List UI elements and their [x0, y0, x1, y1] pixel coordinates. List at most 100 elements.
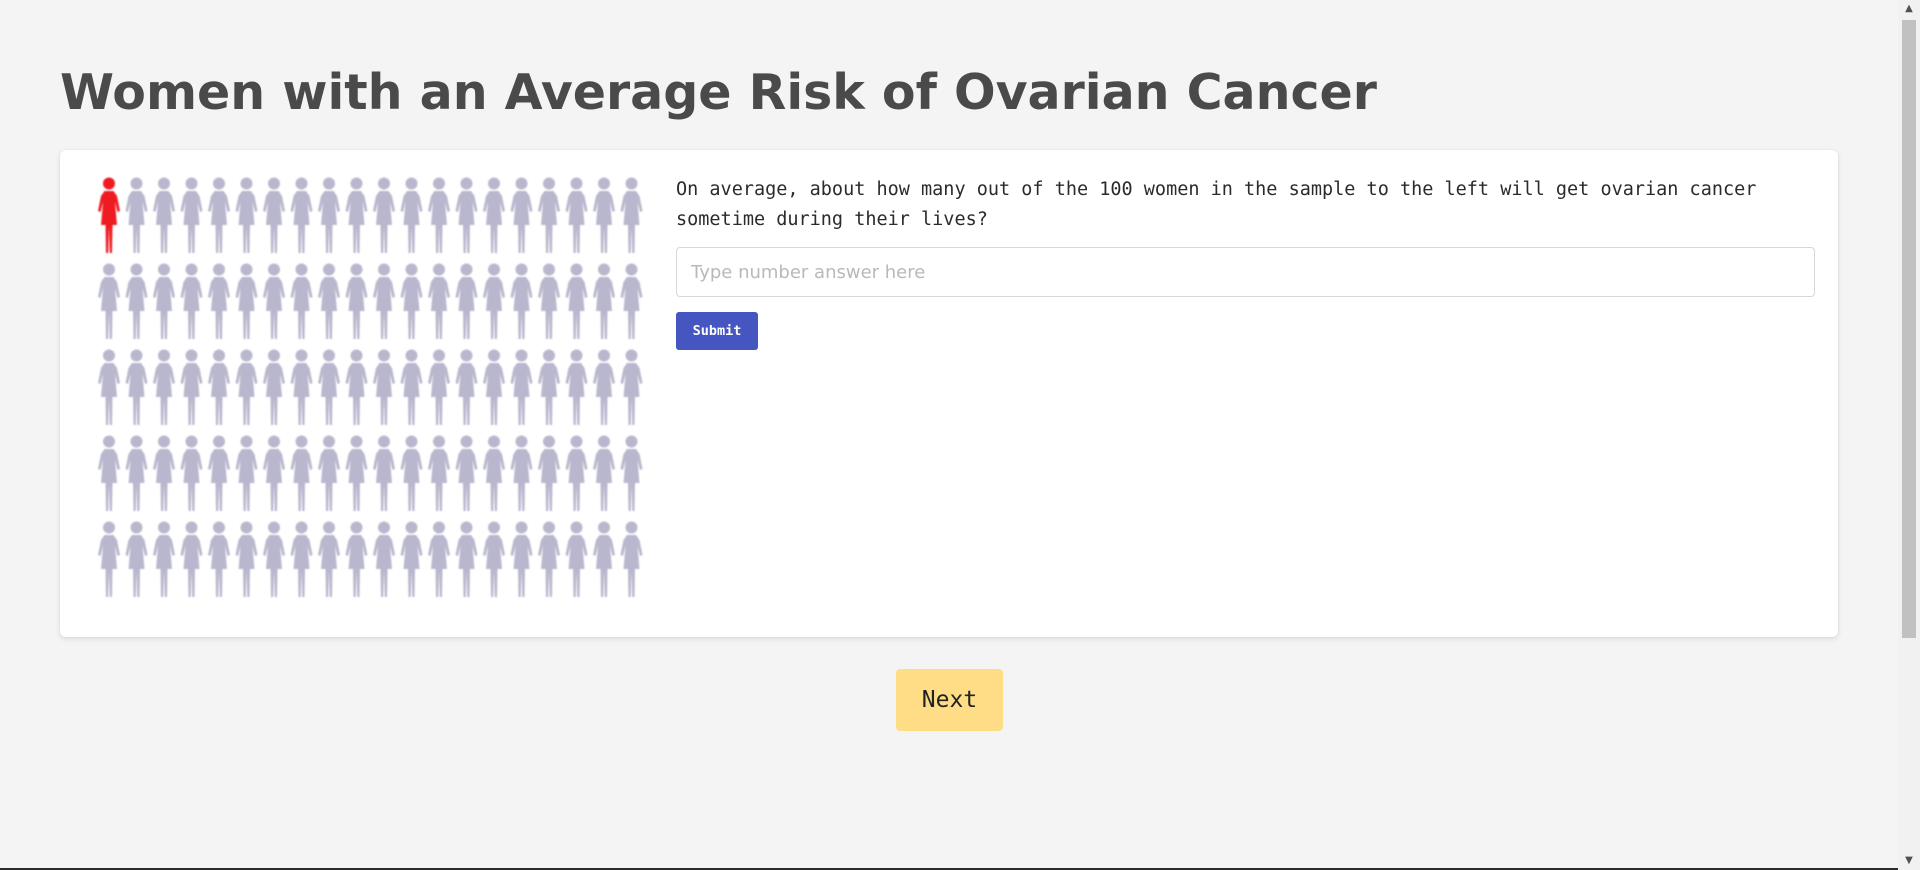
woman-figure-icon	[373, 349, 395, 425]
woman-figure-icon	[98, 521, 120, 597]
woman-figure-icon	[263, 177, 285, 253]
woman-figure-icon	[235, 349, 258, 425]
woman-figure-icon	[538, 349, 560, 425]
woman-figure-icon	[428, 263, 450, 339]
woman-figure-icon	[620, 435, 643, 511]
woman-figure-icon	[208, 177, 230, 253]
woman-figure-icon	[620, 177, 643, 253]
woman-figure-icon	[538, 177, 560, 253]
woman-figure-icon	[125, 349, 148, 425]
woman-figure-icon	[208, 349, 230, 425]
woman-figure-icon	[153, 177, 175, 253]
woman-figure-icon	[373, 521, 395, 597]
woman-figure-icon	[208, 521, 230, 597]
woman-figure-icon	[400, 263, 423, 339]
woman-figure-icon	[235, 435, 258, 511]
woman-figure-icon	[318, 349, 340, 425]
woman-figure-icon	[235, 263, 258, 339]
woman-figure-icon	[428, 349, 450, 425]
woman-figure-icon	[263, 263, 285, 339]
woman-figure-icon	[483, 349, 505, 425]
woman-figure-icon	[290, 435, 313, 511]
woman-figure-icon	[290, 263, 313, 339]
page: Women with an Average Risk of Ovarian Ca…	[0, 0, 1898, 870]
scrollbar-thumb[interactable]	[1902, 20, 1916, 638]
woman-figure-icon	[538, 263, 560, 339]
woman-figure-icon	[318, 177, 340, 253]
woman-figure-icon	[98, 349, 120, 425]
woman-figure-icon	[208, 435, 230, 511]
woman-figure-icon	[153, 263, 175, 339]
woman-figure-icon	[510, 435, 533, 511]
woman-figure-icon	[290, 521, 313, 597]
woman-figure-icon	[593, 435, 615, 511]
scroll-up-arrow-icon[interactable]: ▲	[1898, 0, 1920, 18]
woman-figure-icon	[620, 521, 643, 597]
woman-figure-icon	[345, 521, 368, 597]
woman-figure-icon	[345, 435, 368, 511]
woman-figure-icon	[455, 177, 478, 253]
answer-input[interactable]	[676, 247, 1815, 297]
woman-figure-icon	[510, 521, 533, 597]
woman-figure-icon	[565, 263, 588, 339]
next-button[interactable]: Next	[896, 669, 1003, 731]
woman-figure-icon	[345, 349, 368, 425]
woman-figure-icon	[455, 263, 478, 339]
woman-figure-icon	[373, 435, 395, 511]
woman-figure-icon	[565, 349, 588, 425]
woman-figure-icon	[428, 435, 450, 511]
woman-figure-icon	[400, 349, 423, 425]
woman-figure-icon	[180, 263, 203, 339]
woman-figure-icon	[593, 263, 615, 339]
woman-figure-icon	[565, 521, 588, 597]
woman-figure-icon	[483, 435, 505, 511]
woman-figure-icon	[318, 435, 340, 511]
woman-figure-icon	[455, 349, 478, 425]
woman-figure-icon	[263, 349, 285, 425]
woman-figure-icon	[125, 435, 148, 511]
woman-figure-icon	[290, 177, 313, 253]
woman-figure-icon	[565, 435, 588, 511]
woman-figure-icon	[483, 263, 505, 339]
woman-figure-icon	[125, 263, 148, 339]
woman-figure-icon	[125, 521, 148, 597]
woman-figure-icon	[400, 435, 423, 511]
question-panel: On average, about how many out of the 10…	[676, 175, 1815, 350]
woman-figure-icon	[620, 349, 643, 425]
woman-figure-icon	[510, 177, 533, 253]
woman-figure-icon	[235, 177, 258, 253]
woman-figure-icon	[290, 349, 313, 425]
woman-figure-icon	[345, 177, 368, 253]
vertical-scrollbar[interactable]: ▲ ▼	[1898, 0, 1920, 870]
pictogram-grid	[98, 177, 643, 597]
question-card: On average, about how many out of the 10…	[60, 150, 1838, 637]
woman-figure-icon	[180, 349, 203, 425]
woman-figure-icon	[538, 435, 560, 511]
woman-figure-icon	[455, 435, 478, 511]
woman-figure-icon	[538, 521, 560, 597]
woman-figure-icon	[483, 521, 505, 597]
woman-figure-icon	[620, 263, 643, 339]
woman-figure-icon	[510, 263, 533, 339]
woman-figure-icon	[593, 521, 615, 597]
scroll-down-arrow-icon[interactable]: ▼	[1898, 852, 1920, 870]
woman-figure-icon	[373, 263, 395, 339]
woman-figure-icon	[180, 435, 203, 511]
woman-figure-icon	[455, 521, 478, 597]
woman-figure-icon	[153, 349, 175, 425]
woman-figure-icon	[125, 177, 148, 253]
page-title: Women with an Average Risk of Ovarian Ca…	[60, 64, 1377, 121]
submit-button[interactable]: Submit	[676, 312, 758, 350]
affected-woman-icon	[98, 177, 120, 253]
woman-figure-icon	[428, 521, 450, 597]
woman-figure-icon	[510, 349, 533, 425]
woman-figure-icon	[593, 349, 615, 425]
woman-figure-icon	[400, 177, 423, 253]
woman-figure-icon	[263, 521, 285, 597]
woman-figure-icon	[208, 263, 230, 339]
woman-figure-icon	[180, 521, 203, 597]
woman-figure-icon	[400, 521, 423, 597]
woman-figure-icon	[153, 521, 175, 597]
woman-figure-icon	[153, 435, 175, 511]
woman-figure-icon	[98, 263, 120, 339]
